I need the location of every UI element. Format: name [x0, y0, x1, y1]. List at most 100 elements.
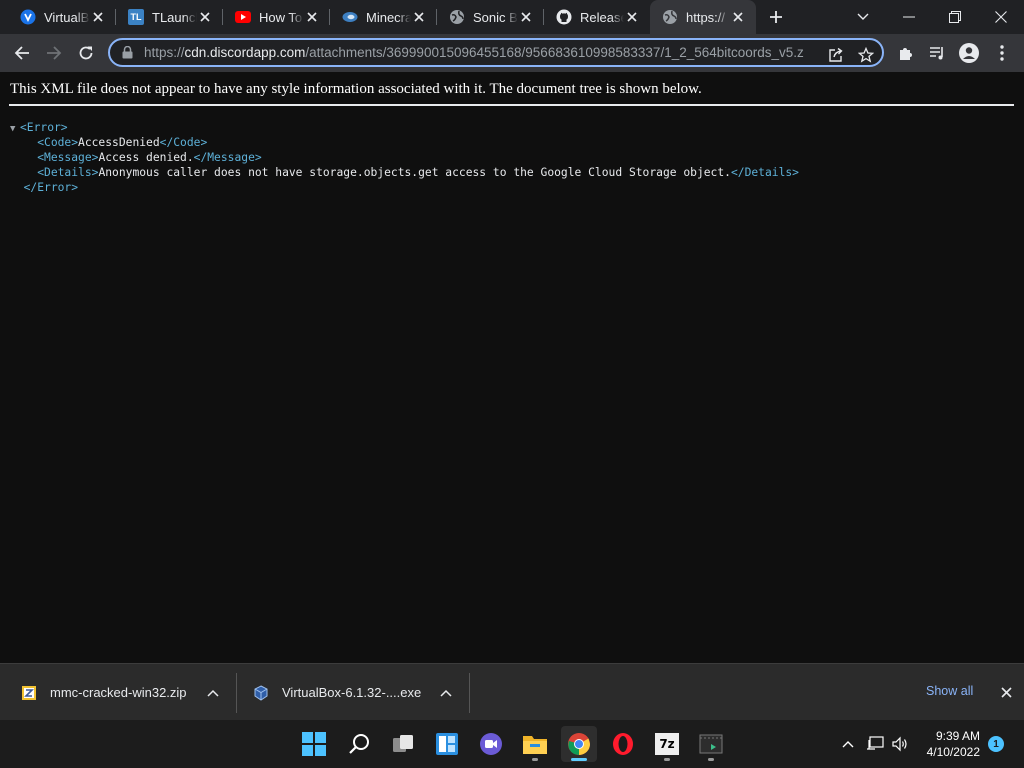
- system-clock[interactable]: 9:39 AM 4/10/2022: [918, 728, 980, 760]
- bookmark-star-icon[interactable]: [856, 45, 876, 65]
- download-separator: [469, 673, 470, 713]
- url-path: /attachments/369990015096455168/95668361…: [305, 45, 804, 60]
- terminal-button[interactable]: [693, 726, 729, 762]
- tab-tlauncher[interactable]: TL TLaunch: [116, 0, 223, 34]
- new-tab-button[interactable]: [764, 5, 788, 29]
- network-icon[interactable]: [865, 734, 885, 754]
- media-control-button[interactable]: [923, 39, 951, 67]
- xml-tag-message-close: </Message>: [193, 151, 262, 164]
- running-indicator: [532, 758, 538, 761]
- browser-menu-button[interactable]: [988, 39, 1016, 67]
- zip-file-icon: [20, 684, 38, 702]
- xml-tree: ▼ <Error> <Code>AccessDenied</Code> <Mess…: [10, 120, 799, 195]
- xml-root-line[interactable]: ▼ <Error>: [10, 120, 799, 135]
- installer-file-icon: [252, 684, 270, 702]
- active-indicator: [571, 758, 587, 761]
- notification-badge[interactable]: 1: [988, 736, 1004, 752]
- url-text[interactable]: https://cdn.discordapp.com/attachments/3…: [144, 45, 804, 60]
- share-icon[interactable]: [826, 45, 846, 65]
- tab-strip: VirtualB TL TLaunch How To Minecra: [0, 0, 1024, 34]
- close-icon[interactable]: [730, 9, 746, 25]
- opera-icon: [613, 733, 633, 755]
- profile-avatar[interactable]: [955, 39, 983, 67]
- xml-details-line: <Details>Anonymous caller does not have …: [10, 165, 799, 180]
- xml-tag-details-close: </Details>: [730, 166, 799, 179]
- xml-root-close-line: </Error>: [10, 180, 799, 195]
- 7zip-button[interactable]: 7z: [649, 726, 685, 762]
- xml-details-value: Anonymous caller does not have storage.o…: [98, 166, 731, 179]
- widgets-button[interactable]: [429, 726, 465, 762]
- extensions-button[interactable]: [892, 39, 920, 67]
- start-button[interactable]: [296, 726, 332, 762]
- xml-code-line: <Code>AccessDenied</Code>: [10, 135, 799, 150]
- close-icon[interactable]: [411, 9, 427, 25]
- xml-tag-code-close: </Code>: [159, 136, 208, 149]
- address-bar[interactable]: https://cdn.discordapp.com/attachments/3…: [108, 38, 884, 67]
- chrome-button[interactable]: [561, 726, 597, 762]
- forward-button[interactable]: [40, 39, 68, 67]
- tab-github-releases[interactable]: Release: [544, 0, 650, 34]
- tab-sonic[interactable]: Sonic B: [437, 0, 544, 34]
- virtualbox-icon: [20, 9, 36, 25]
- browser-toolbar: https://cdn.discordapp.com/attachments/3…: [0, 34, 1024, 72]
- download-filename: mmc-cracked-win32.zip: [50, 685, 187, 700]
- tab-title: Minecra: [366, 9, 411, 25]
- volume-icon[interactable]: [890, 734, 910, 754]
- download-filename: VirtualBox-6.1.32-....exe: [282, 685, 422, 700]
- minimize-button[interactable]: [886, 0, 932, 34]
- lock-icon[interactable]: [120, 46, 134, 60]
- close-window-button[interactable]: [978, 0, 1024, 34]
- close-icon[interactable]: [624, 9, 640, 25]
- close-icon[interactable]: [518, 9, 534, 25]
- close-icon[interactable]: [90, 9, 106, 25]
- 7zip-icon: 7z: [655, 733, 679, 755]
- chat-icon: [480, 733, 502, 755]
- download-item-mmc[interactable]: mmc-cracked-win32.zip: [20, 664, 230, 721]
- clock-date: 4/10/2022: [926, 745, 980, 759]
- back-button[interactable]: [8, 39, 36, 67]
- chat-button[interactable]: [473, 726, 509, 762]
- globe-icon: [662, 9, 678, 25]
- tlauncher-icon: TL: [128, 9, 144, 25]
- running-indicator: [664, 758, 670, 761]
- taskbar-search-button[interactable]: [341, 726, 377, 762]
- github-icon: [556, 9, 572, 25]
- tab-active-discord-cdn[interactable]: https://: [650, 0, 756, 34]
- widgets-icon: [436, 733, 458, 755]
- restore-button[interactable]: [932, 0, 978, 34]
- opera-button[interactable]: [605, 726, 641, 762]
- tab-search-button[interactable]: [840, 0, 886, 34]
- tab-title: Sonic B: [473, 9, 518, 25]
- tab-virtualbox[interactable]: VirtualB: [8, 0, 116, 34]
- xml-message-value: Access denied.: [98, 151, 194, 164]
- xml-code-value: AccessDenied: [78, 136, 160, 149]
- close-icon[interactable]: [197, 9, 213, 25]
- page-content: This XML file does not appear to have an…: [0, 72, 1024, 663]
- youtube-icon: [235, 9, 251, 25]
- file-explorer-button[interactable]: [517, 726, 553, 762]
- show-all-downloads-link[interactable]: Show all: [926, 684, 973, 698]
- tab-title: How To: [259, 9, 303, 25]
- tab-title: https://: [686, 9, 726, 25]
- xml-message-line: <Message>Access denied.</Message>: [10, 150, 799, 165]
- xml-tag-error-open: <Error>: [20, 121, 68, 134]
- show-hidden-icons-button[interactable]: [838, 734, 858, 754]
- task-view-button[interactable]: [385, 726, 421, 762]
- xml-tag-code-open: <Code>: [37, 136, 79, 149]
- chevron-up-icon[interactable]: [438, 685, 454, 701]
- divider: [9, 104, 1014, 106]
- file-explorer-icon: [523, 736, 547, 754]
- xml-style-notice: This XML file does not appear to have an…: [10, 81, 702, 97]
- close-icon[interactable]: [304, 9, 320, 25]
- download-item-virtualbox[interactable]: VirtualBox-6.1.32-....exe: [252, 664, 462, 721]
- reload-button[interactable]: [72, 39, 100, 67]
- tab-title: Release: [580, 9, 624, 25]
- close-download-bar-button[interactable]: [998, 684, 1014, 700]
- tab-title: TLaunch: [152, 9, 197, 25]
- tab-youtube[interactable]: How To: [223, 0, 330, 34]
- tab-minecraft[interactable]: Minecra: [330, 0, 437, 34]
- running-indicator: [708, 758, 714, 761]
- chevron-up-icon[interactable]: [205, 685, 221, 701]
- tab-title: VirtualB: [44, 9, 90, 25]
- chrome-icon: [568, 733, 590, 755]
